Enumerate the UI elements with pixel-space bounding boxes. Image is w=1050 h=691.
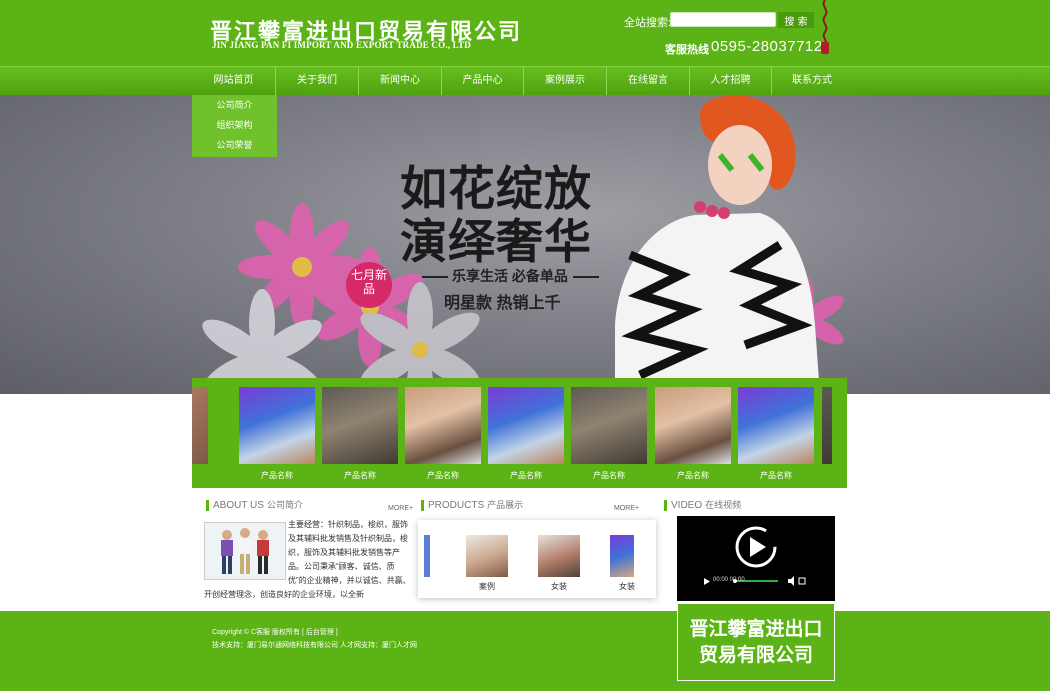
submenu-item-profile[interactable]: 公司简介 bbox=[192, 95, 277, 115]
about-text: 主要经营：针织制品，梭织，服饰及其辅料批发销售及针织制品，梭织，服饰及其辅料批发… bbox=[204, 518, 411, 602]
product-gallery: 产品名称 产品名称 产品名称 产品名称 产品名称 产品名称 产品名称 bbox=[192, 378, 847, 488]
product-caption[interactable]: 案例 bbox=[466, 581, 508, 592]
company-name-en: JIN JIANG PAN FI IMPORT AND EXPORT TRADE… bbox=[212, 40, 471, 50]
banner-subline: 明星款 热销上千 bbox=[444, 295, 561, 312]
gallery-caption[interactable]: 产品名称 bbox=[322, 470, 398, 481]
hotline-number: 0595-28037712 bbox=[711, 38, 823, 55]
hero-banner[interactable]: 七月新品 如花绽放 演绎奢华 乐享生活 必备单品 明星款 热销上千 bbox=[0, 95, 1050, 394]
footer-company-badge: 晋江攀富进出口 贸易有限公司 bbox=[677, 603, 835, 681]
product-thumb[interactable] bbox=[424, 535, 430, 577]
hotline-label: 客服热线 bbox=[665, 44, 709, 56]
new-arrival-seal: 七月新品 bbox=[346, 262, 392, 308]
play-icon[interactable] bbox=[677, 516, 835, 601]
main-nav: 网站首页 关于我们 新闻中心 产品中心 案例展示 在线留言 人才招聘 联系方式 bbox=[0, 66, 1050, 95]
header-bar: 晋江攀富进出口贸易有限公司 JIN JIANG PAN FI IMPORT AN… bbox=[0, 0, 1050, 66]
phone-icon bbox=[821, 0, 829, 54]
product-thumb[interactable] bbox=[538, 535, 580, 577]
search-label: 全站搜索: bbox=[624, 17, 672, 29]
gallery-thumb[interactable] bbox=[405, 387, 481, 464]
nav-item-message[interactable]: 在线留言 bbox=[607, 67, 690, 95]
submenu-item-honors[interactable]: 公司荣誉 bbox=[192, 135, 277, 155]
products-more-link[interactable]: MORE+ bbox=[614, 505, 639, 512]
divider-line bbox=[422, 276, 448, 278]
nav-item-cases[interactable]: 案例展示 bbox=[524, 67, 607, 95]
nav-item-about[interactable]: 关于我们 bbox=[276, 67, 359, 95]
model-figure bbox=[615, 95, 820, 394]
video-player[interactable]: 00:00 00:00 bbox=[677, 516, 835, 601]
nav-item-news[interactable]: 新闻中心 bbox=[359, 67, 442, 95]
product-caption[interactable]: 女装 bbox=[606, 581, 648, 592]
products-carousel: 案例 女装 女装 bbox=[418, 520, 656, 598]
gallery-thumb[interactable] bbox=[488, 387, 564, 464]
about-more-link[interactable]: MORE+ bbox=[388, 505, 413, 512]
nav-item-contact[interactable]: 联系方式 bbox=[772, 67, 852, 95]
nav-item-products[interactable]: 产品中心 bbox=[442, 67, 524, 95]
product-caption[interactable]: 女装 bbox=[538, 581, 580, 592]
product-thumb[interactable] bbox=[466, 535, 508, 577]
footer-copyright: Copyright © C客服 版权所有 [ 后台管理 ] bbox=[212, 629, 338, 636]
products-subtitle: 产品展示 bbox=[487, 500, 524, 510]
video-title: VIDEO bbox=[671, 500, 703, 511]
gallery-caption[interactable]: 产品名称 bbox=[405, 470, 481, 481]
products-title: PRODUCTS bbox=[428, 500, 485, 511]
about-subtitle: 公司简介 bbox=[266, 500, 303, 510]
submenu-item-structure[interactable]: 组织架构 bbox=[192, 115, 277, 135]
about-title: ABOUT US bbox=[213, 500, 264, 511]
gallery-thumb[interactable] bbox=[239, 387, 315, 464]
video-subtitle: 在线视频 bbox=[705, 500, 742, 510]
text-wrap-spacer bbox=[204, 518, 288, 580]
banner-tagline: 乐享生活 必备单品 bbox=[452, 268, 568, 284]
gallery-thumb[interactable] bbox=[571, 387, 647, 464]
search-input[interactable] bbox=[670, 12, 776, 27]
divider-line bbox=[573, 276, 599, 278]
video-section-title: VIDEO 在线视频 bbox=[664, 500, 741, 511]
banner-headline-2: 演绎奢华 bbox=[400, 215, 592, 268]
product-thumb[interactable] bbox=[610, 535, 634, 577]
gallery-thumb[interactable] bbox=[192, 387, 208, 464]
gallery-caption[interactable]: 产品名称 bbox=[655, 470, 731, 481]
badge-line-2: 贸易有限公司 bbox=[698, 645, 813, 666]
footer: Copyright © C客服 版权所有 [ 后台管理 ] 技术支持：厦门易尔通… bbox=[0, 611, 1050, 691]
gallery-caption[interactable]: 产品名称 bbox=[239, 470, 315, 481]
gallery-caption[interactable]: 产品名称 bbox=[571, 470, 647, 481]
gallery-caption[interactable]: 产品名称 bbox=[738, 470, 814, 481]
nav-item-jobs[interactable]: 人才招聘 bbox=[690, 67, 772, 95]
about-section-title: ABOUT US 公司简介 bbox=[206, 500, 303, 511]
footer-support: 技术支持：厦门易尔通网络科技有限公司 人才网支持：厦门人才网 bbox=[212, 642, 417, 649]
gallery-thumb[interactable] bbox=[822, 387, 832, 464]
gallery-thumb[interactable] bbox=[655, 387, 731, 464]
video-time: 00:00 00:00 bbox=[713, 577, 745, 583]
search-button[interactable]: 搜 索 bbox=[778, 12, 814, 28]
products-section-title: PRODUCTS 产品展示 bbox=[421, 500, 523, 511]
gallery-thumb[interactable] bbox=[322, 387, 398, 464]
gallery-thumb[interactable] bbox=[738, 387, 814, 464]
badge-line-1: 晋江攀富进出口 bbox=[689, 619, 823, 640]
nav-item-home[interactable]: 网站首页 bbox=[192, 67, 276, 95]
about-submenu: 公司简介 组织架构 公司荣誉 bbox=[192, 95, 277, 157]
gallery-caption[interactable]: 产品名称 bbox=[488, 470, 564, 481]
